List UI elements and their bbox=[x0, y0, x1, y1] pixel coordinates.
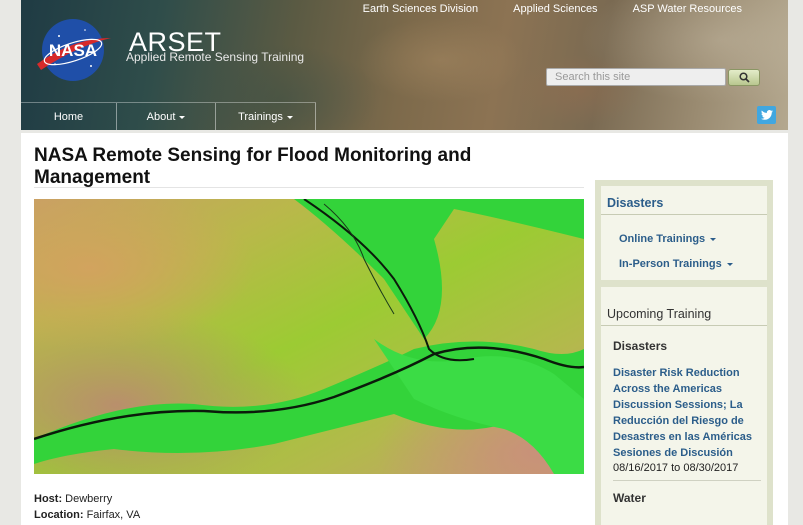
top-nav-applied-sciences[interactable]: Applied Sciences bbox=[513, 3, 597, 15]
location-info: Location: Fairfax, VA bbox=[34, 509, 140, 521]
host-info: Host: Dewberry bbox=[34, 493, 112, 505]
host-label: Host: bbox=[34, 493, 63, 505]
disasters-block: Disasters Online Trainings In-Person Tra… bbox=[601, 186, 767, 280]
location-label: Location: bbox=[34, 509, 84, 521]
svg-text:NASA: NASA bbox=[49, 41, 97, 60]
host-value: Dewberry bbox=[65, 493, 113, 505]
site-header: Earth Sciences Division Applied Sciences… bbox=[21, 0, 788, 130]
top-navigation: Earth Sciences Division Applied Sciences… bbox=[363, 3, 742, 15]
page-title: NASA Remote Sensing for Flood Monitoring… bbox=[34, 145, 472, 188]
nasa-logo[interactable]: NASA bbox=[35, 16, 113, 84]
event-dates: 08/16/2017 to 08/30/2017 bbox=[613, 462, 739, 474]
twitter-button[interactable] bbox=[757, 106, 776, 124]
category-water: Water bbox=[613, 491, 646, 505]
in-person-trainings-link[interactable]: In-Person Trainings bbox=[601, 258, 767, 270]
event-divider bbox=[613, 480, 761, 481]
site-slogan: Applied Remote Sensing Training bbox=[126, 50, 305, 64]
nav-about-label: About bbox=[146, 111, 176, 123]
caret-down-icon bbox=[286, 115, 293, 119]
twitter-icon bbox=[760, 110, 773, 120]
nav-trainings-label: Trainings bbox=[238, 111, 283, 123]
nav-home-label: Home bbox=[53, 111, 84, 123]
upcoming-training-block: Upcoming Training Disasters Disaster Ris… bbox=[601, 287, 767, 525]
caret-down-icon bbox=[710, 237, 717, 241]
online-trainings-link[interactable]: Online Trainings bbox=[601, 233, 767, 245]
in-person-trainings-label: In-Person Trainings bbox=[619, 258, 722, 270]
search-input[interactable]: Search this site bbox=[546, 68, 726, 86]
flood-map-image bbox=[34, 199, 584, 474]
online-trainings-label: Online Trainings bbox=[619, 233, 706, 245]
main-content: NASA Remote Sensing for Flood Monitoring… bbox=[21, 133, 788, 525]
sidebar: Disasters Online Trainings In-Person Tra… bbox=[595, 180, 773, 525]
nav-home[interactable]: Home bbox=[21, 103, 117, 130]
location-value: Fairfax, VA bbox=[86, 509, 141, 521]
event-link[interactable]: Disaster Risk Reduction Across the Ameri… bbox=[601, 365, 761, 461]
nav-trainings[interactable]: Trainings bbox=[216, 103, 316, 130]
category-disasters: Disasters bbox=[613, 339, 668, 353]
search-button[interactable] bbox=[728, 69, 760, 86]
upcoming-training-title: Upcoming Training bbox=[601, 287, 767, 326]
title-divider bbox=[34, 187, 584, 188]
disasters-block-title[interactable]: Disasters bbox=[601, 186, 767, 215]
search-icon bbox=[738, 72, 750, 83]
nav-about[interactable]: About bbox=[117, 103, 216, 130]
top-nav-earth-sciences[interactable]: Earth Sciences Division bbox=[363, 3, 479, 15]
main-navigation: Home About Trainings bbox=[21, 102, 316, 130]
caret-down-icon bbox=[726, 262, 733, 266]
caret-down-icon bbox=[179, 115, 186, 119]
top-nav-water-resources[interactable]: ASP Water Resources bbox=[633, 3, 742, 15]
